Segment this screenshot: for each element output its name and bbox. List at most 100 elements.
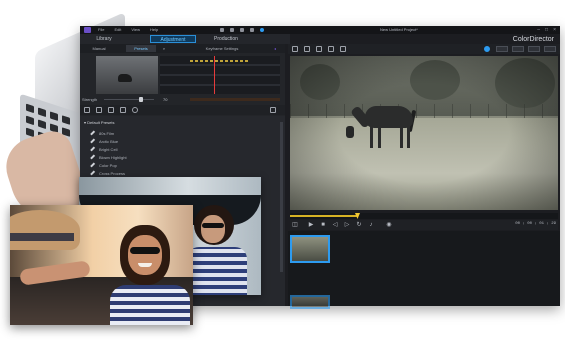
preset-item[interactable]: Arctic Blue [90, 138, 118, 144]
clip-filmstrip [288, 231, 560, 309]
menu-help[interactable]: Help [150, 27, 158, 32]
strength-keyframe-bar [190, 98, 280, 101]
settings-icon[interactable] [220, 28, 224, 32]
pencil-icon [90, 154, 95, 160]
horse-thumbnail [118, 74, 132, 82]
photo-woman-in-car-after [10, 205, 193, 325]
pencil-icon [90, 138, 95, 144]
preset-group-header[interactable]: ▾ Default Presets [84, 120, 114, 125]
subtab-presets[interactable]: Presets [126, 45, 156, 52]
timeline-progress [290, 215, 357, 217]
brush-icon[interactable] [96, 107, 102, 113]
sunglasses [130, 247, 160, 254]
view-option-button[interactable] [512, 46, 524, 52]
menu-file[interactable]: File [98, 27, 104, 32]
pencil-icon [90, 162, 95, 168]
brand-name: ColorDirector [512, 36, 554, 43]
preset-item[interactable]: Cross Process [90, 170, 125, 176]
crop-icon[interactable] [292, 46, 298, 52]
product-scene: File Edit View Help New Untitled Project… [0, 0, 565, 346]
pencil-icon [90, 170, 95, 176]
view-option-button[interactable] [544, 46, 556, 52]
timecode: 00 ; 00 ; 01 ; 29 [515, 222, 556, 226]
previous-frame-icon[interactable]: ◁ [332, 222, 338, 228]
undo-icon[interactable] [230, 28, 234, 32]
stop-icon[interactable]: ■ [320, 222, 326, 228]
keyframe-row [160, 74, 280, 76]
preset-item[interactable]: 80s Film [90, 130, 114, 136]
strength-slider[interactable] [104, 99, 154, 100]
window-controls: – □ × [537, 27, 556, 33]
compare-icon[interactable] [304, 46, 310, 52]
strength-label: Strength [82, 97, 98, 102]
snapshot-icon[interactable]: ◫ [292, 222, 298, 228]
menu-edit[interactable]: Edit [114, 27, 121, 32]
preset-item[interactable]: Bright Cell [90, 146, 117, 152]
preset-label: Arctic Blue [99, 138, 119, 144]
clip-thumbnail-selected[interactable] [290, 235, 330, 263]
loop-icon[interactable]: ↻ [356, 222, 362, 228]
view-option-button[interactable] [528, 46, 540, 52]
export-icon[interactable] [108, 107, 114, 113]
panel-toggle-icon[interactable]: ◂ [270, 45, 280, 52]
subtab-manual[interactable]: Manual [82, 45, 116, 52]
straw-hat [10, 210, 80, 250]
smile [138, 263, 152, 267]
volume-icon[interactable]: ♪ [368, 222, 374, 228]
keyframe-track[interactable] [160, 56, 280, 94]
sunglasses [202, 223, 224, 228]
subtab-keyframe-settings[interactable]: Keyframe Settings [192, 45, 252, 52]
split-view-icon[interactable] [316, 46, 322, 52]
preset-scrollbar[interactable] [280, 122, 283, 272]
clip-thumbnail[interactable] [290, 295, 330, 309]
woman-face [128, 235, 162, 275]
preset-group-label: Default Presets [87, 120, 115, 125]
vignette [290, 56, 558, 210]
minimize-button[interactable]: – [537, 27, 540, 33]
title-bar: File Edit View Help New Untitled Project… [80, 26, 560, 34]
tab-production[interactable]: Production [204, 35, 248, 43]
keyframe-playhead[interactable] [214, 56, 215, 94]
keyframe-row [160, 64, 280, 66]
main-tabs: Library Adjustment Production [80, 34, 290, 44]
close-button[interactable]: × [553, 27, 556, 33]
next-frame-icon[interactable]: ▷ [344, 222, 350, 228]
strength-value[interactable]: 70 [163, 97, 167, 102]
menu-view[interactable]: View [131, 27, 140, 32]
pencil-icon [90, 130, 95, 136]
preset-label: Bright Cell [99, 146, 118, 152]
preset-label: Blown Highlight [99, 154, 127, 160]
cloud-icon[interactable] [132, 107, 138, 113]
preset-item[interactable]: Blown Highlight [90, 154, 127, 160]
striped-shirt [110, 285, 190, 325]
import-icon[interactable] [84, 107, 90, 113]
tab-adjustment[interactable]: Adjustment [150, 35, 196, 43]
woman-face [201, 215, 225, 243]
redo-icon[interactable] [240, 28, 244, 32]
transport-controls: ◫ ▶ ■ ◁ ▷ ↻ ♪ ◉ 00 ; 00 ; 01 ; 29 [290, 220, 558, 230]
maximize-button[interactable]: □ [545, 27, 548, 33]
pointer-icon[interactable] [250, 28, 254, 32]
preset-label: Cross Process [99, 170, 126, 176]
search-icon[interactable]: ⌕ [160, 45, 168, 52]
tab-library[interactable]: Library [84, 35, 124, 43]
sync-icon[interactable] [120, 107, 126, 113]
keyframe-row [160, 84, 280, 86]
eye-icon[interactable]: ◉ [386, 222, 392, 228]
mask-icon[interactable] [328, 46, 334, 52]
menu-bar: File Edit View Help [98, 27, 158, 32]
status-dot-icon [260, 28, 264, 32]
preview-mode-icon[interactable] [484, 46, 490, 52]
fullscreen-icon[interactable] [340, 46, 346, 52]
strength-slider-handle[interactable] [139, 97, 143, 102]
keyframe-range [190, 60, 250, 62]
preset-item[interactable]: Color Pop [90, 162, 117, 168]
play-icon[interactable]: ▶ [308, 222, 314, 228]
preset-toolbar [80, 105, 285, 115]
video-preview[interactable] [290, 56, 558, 210]
list-view-icon[interactable] [270, 107, 276, 113]
preview-timeline[interactable] [290, 213, 558, 219]
pencil-icon [90, 146, 95, 152]
preset-label: Color Pop [99, 162, 117, 168]
view-option-button[interactable] [496, 46, 508, 52]
